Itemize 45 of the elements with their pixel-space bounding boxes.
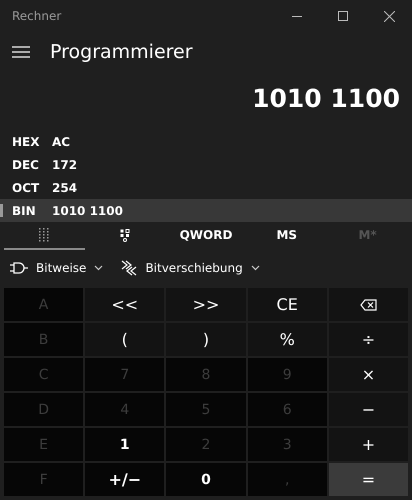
- shift-chevrons-icon: [121, 260, 138, 276]
- radix-row[interactable]: OCT 254: [0, 176, 412, 199]
- radix-value: 1010 1100: [52, 204, 123, 218]
- calculator-key[interactable]: +/−: [85, 463, 164, 496]
- radix-row[interactable]: DEC 172: [0, 153, 412, 176]
- maximize-icon: [338, 11, 348, 21]
- calculator-key[interactable]: =: [328, 463, 408, 496]
- dropdown-button[interactable]: Bitweise: [10, 261, 104, 275]
- calculator-key[interactable]: ÷: [328, 323, 408, 356]
- radix-name: OCT: [12, 180, 40, 194]
- mode-title: Programmierer: [50, 41, 193, 63]
- calculator-key[interactable]: (: [85, 323, 164, 356]
- calculator-key[interactable]: <<: [85, 288, 164, 321]
- tab[interactable]: QWORD: [166, 222, 246, 250]
- menu-button[interactable]: [12, 45, 30, 59]
- radix-name: DEC: [12, 158, 40, 172]
- calculator-key[interactable]: −: [328, 393, 408, 426]
- selection-indicator: [0, 204, 3, 217]
- calculator-key[interactable]: >>: [166, 288, 246, 321]
- dropdown-button[interactable]: Bitverschiebung: [121, 260, 260, 276]
- backspace-icon: [360, 298, 377, 310]
- radix-value: AC: [52, 134, 70, 148]
- calculator-key[interactable]: %: [248, 323, 327, 356]
- logic-gate-icon: [10, 262, 28, 274]
- calculator-key[interactable]: CE: [248, 288, 327, 321]
- radix-row[interactable]: BIN 1010 1100: [0, 199, 412, 222]
- radix-value: 254: [52, 180, 78, 194]
- radix-row[interactable]: HEX AC: [0, 130, 412, 153]
- keypad-icon: [39, 228, 50, 242]
- calculator-key[interactable]: 0: [166, 463, 246, 496]
- calculator-key[interactable]: +: [328, 428, 408, 461]
- backspace-button[interactable]: [328, 288, 408, 321]
- close-icon: [384, 10, 394, 22]
- calculator-key[interactable]: ): [166, 323, 246, 356]
- bit-grid-icon: [120, 228, 130, 242]
- calculator-key[interactable]: ×: [328, 358, 408, 391]
- calculator-key[interactable]: 1: [85, 428, 164, 461]
- radix-value: 172: [52, 158, 78, 172]
- radix-name: BIN: [12, 204, 37, 218]
- display-value: 1010 1100: [252, 84, 400, 112]
- window-title: Rechner: [12, 9, 62, 23]
- radix-name: HEX: [12, 134, 40, 148]
- chevron-down-icon: [94, 265, 104, 271]
- tab[interactable]: MS: [246, 222, 328, 250]
- chevron-down-icon: [250, 265, 260, 271]
